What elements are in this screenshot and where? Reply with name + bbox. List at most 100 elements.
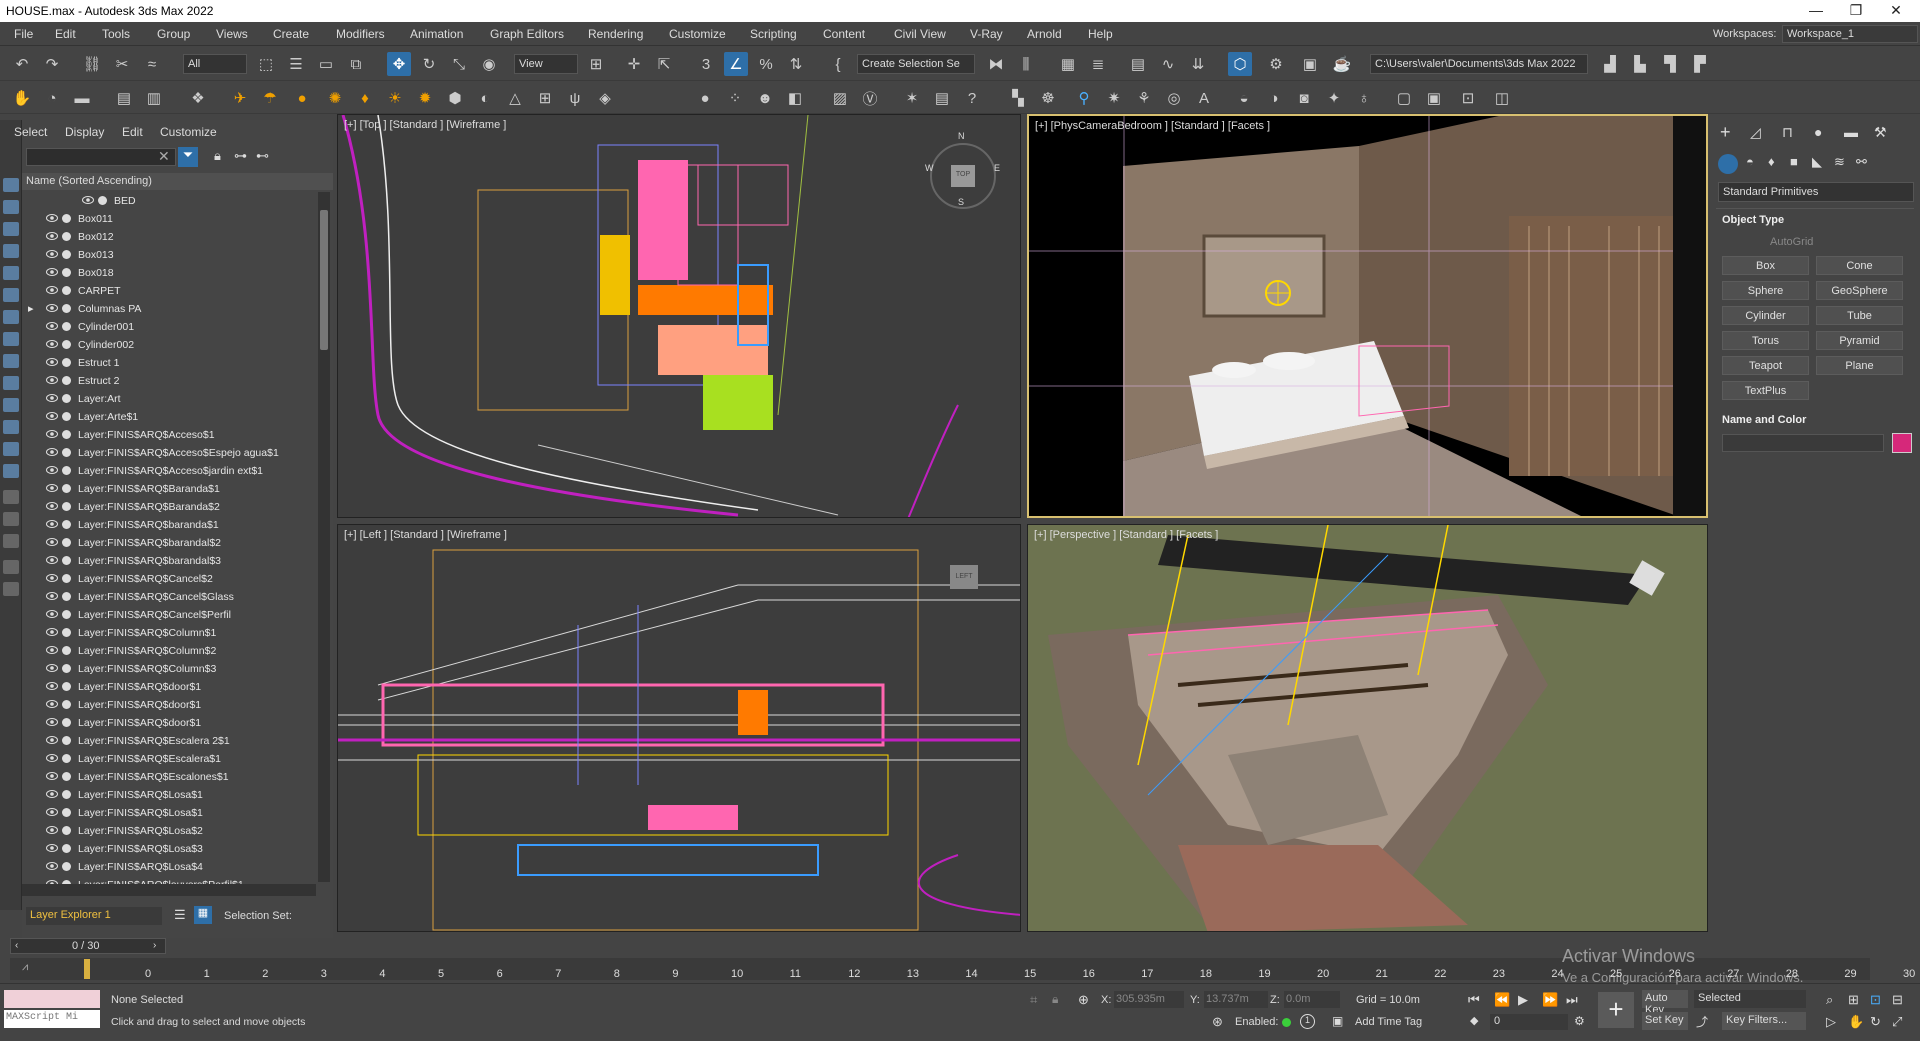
- freeze-dot-icon[interactable]: [62, 610, 71, 619]
- light-icon[interactable]: ✈: [228, 86, 252, 110]
- key-mode-icon[interactable]: ◆: [1470, 1014, 1478, 1027]
- visibility-eye-icon[interactable]: [46, 537, 58, 547]
- pan-view-icon[interactable]: ✋: [1848, 1014, 1864, 1030]
- close-button[interactable]: ✕: [1876, 2, 1916, 19]
- grid-icon[interactable]: ⊞: [533, 86, 557, 110]
- arnold-ipr-icon[interactable]: ☸: [1036, 86, 1060, 110]
- list-item[interactable]: Layer:FINIS$ARQ$baranda$1: [22, 516, 316, 534]
- arnold-light-skydome-icon[interactable]: ⚲: [1072, 86, 1096, 110]
- explorer-hscrollbar[interactable]: [22, 884, 316, 896]
- visibility-eye-icon[interactable]: [46, 555, 58, 565]
- modeling-icon[interactable]: ▤: [112, 86, 136, 110]
- freeze-dot-icon[interactable]: [62, 250, 71, 259]
- time-slider-next-icon[interactable]: ›: [153, 940, 156, 951]
- geometry-category-icon[interactable]: [1718, 154, 1738, 174]
- freeze-dot-icon[interactable]: [98, 196, 107, 205]
- expand-arrow-icon[interactable]: ▸: [28, 302, 34, 315]
- select-object-icon[interactable]: ⬚: [254, 52, 278, 76]
- freeze-dot-icon[interactable]: [62, 844, 71, 853]
- menu-arnold[interactable]: Arnold: [1027, 27, 1062, 41]
- list-item[interactable]: Layer:FINIS$ARQ$Losa$4: [22, 858, 316, 876]
- proxy-icon[interactable]: ◈: [593, 86, 617, 110]
- cylinder-button[interactable]: Cylinder: [1722, 306, 1809, 325]
- spinner-icon[interactable]: ◔: [40, 86, 64, 110]
- visibility-eye-icon[interactable]: [46, 825, 58, 835]
- manipulate-icon[interactable]: ⇱: [652, 52, 676, 76]
- list-item[interactable]: Layer:FINIS$ARQ$Baranda$1: [22, 480, 316, 498]
- keyboard-shortcut-icon[interactable]: ✛: [622, 52, 646, 76]
- visibility-eye-icon[interactable]: [46, 717, 58, 727]
- freeze-dot-icon[interactable]: [62, 538, 71, 547]
- list-item[interactable]: CARPET: [22, 282, 316, 300]
- shapes-category-icon[interactable]: ◓: [1746, 154, 1754, 169]
- viewport-perspective-label[interactable]: [+] [Perspective ] [Standard ] [Facets ]: [1034, 529, 1218, 541]
- visibility-eye-icon[interactable]: [46, 465, 58, 475]
- list-item[interactable]: Layer:FINIS$ARQ$Acceso$1: [22, 426, 316, 444]
- goto-end-icon[interactable]: ⏭: [1566, 992, 1578, 1008]
- display-groups-icon[interactable]: [3, 332, 19, 346]
- box-tool-icon[interactable]: ▬: [70, 86, 94, 110]
- layers-icon[interactable]: ⊷: [256, 148, 269, 164]
- freeze-dot-icon[interactable]: [62, 790, 71, 799]
- list-item[interactable]: Layer:FINIS$ARQ$Losa$1: [22, 804, 316, 822]
- visibility-eye-icon[interactable]: [46, 393, 58, 403]
- orbit-icon[interactable]: ↻: [1870, 1014, 1881, 1030]
- pyramid-button[interactable]: Pyramid: [1816, 331, 1903, 350]
- list-item[interactable]: Layer:FINIS$ARQ$Cancel$Glass: [22, 588, 316, 606]
- list-item[interactable]: Layer:FINIS$ARQ$door$1: [22, 696, 316, 714]
- toggle-ribbon-icon[interactable]: ▤: [1126, 52, 1150, 76]
- atmosphere-icon[interactable]: △: [503, 86, 527, 110]
- rendered-frame-window-icon[interactable]: ▣: [1298, 52, 1322, 76]
- arnold-operator-icon[interactable]: ◑: [1262, 86, 1286, 110]
- field-of-view-icon[interactable]: ▷: [1826, 1014, 1836, 1030]
- freeform-icon[interactable]: ▥: [142, 86, 166, 110]
- visibility-eye-icon[interactable]: [46, 573, 58, 583]
- visibility-eye-icon[interactable]: [46, 231, 58, 241]
- freeze-dot-icon[interactable]: [62, 268, 71, 277]
- textplus-button[interactable]: TextPlus: [1722, 381, 1809, 400]
- menu-vray[interactable]: V-Ray: [970, 27, 1003, 41]
- list-item[interactable]: Layer:FINIS$ARQ$barandal$2: [22, 534, 316, 552]
- utilities-tab-icon[interactable]: ⚒: [1874, 124, 1887, 141]
- texture-icon[interactable]: ▨: [828, 86, 852, 110]
- visibility-eye-icon[interactable]: [46, 429, 58, 439]
- visibility-eye-icon[interactable]: [46, 591, 58, 601]
- list-item[interactable]: Box013: [22, 246, 316, 264]
- list-item[interactable]: Layer:FINIS$ARQ$Acceso$jardin ext$1: [22, 462, 316, 480]
- menu-views[interactable]: Views: [216, 27, 248, 41]
- menu-graph-editors[interactable]: Graph Editors: [490, 27, 564, 41]
- lock-selection-icon[interactable]: 🔒︎: [214, 148, 221, 164]
- visibility-eye-icon[interactable]: [46, 681, 58, 691]
- freeze-dot-icon[interactable]: [62, 448, 71, 457]
- add-key-icon[interactable]: +: [1598, 992, 1634, 1028]
- torus-button[interactable]: Torus: [1722, 331, 1809, 350]
- selection-lock-icon[interactable]: 🔒︎: [1052, 992, 1058, 1007]
- set-key-mode-icon[interactable]: ⤴: [1696, 1013, 1708, 1030]
- freeze-dot-icon[interactable]: [62, 466, 71, 475]
- snaps-toggle-icon[interactable]: 3: [694, 52, 718, 76]
- named-selection-dropdown[interactable]: Create Selection Se: [857, 54, 975, 74]
- column-header-name[interactable]: Name (Sorted Ascending): [22, 173, 333, 190]
- arnold-tree-icon[interactable]: ⚘: [1132, 86, 1156, 110]
- list-item[interactable]: Box018: [22, 264, 316, 282]
- viewport-left-label[interactable]: [+] [Left ] [Standard ] [Wireframe ]: [344, 529, 507, 541]
- menu-group[interactable]: Group: [157, 27, 190, 41]
- visibility-eye-icon[interactable]: [46, 501, 58, 511]
- mirror-icon[interactable]: ⧓: [984, 52, 1008, 76]
- list-item[interactable]: Layer:FINIS$ARQ$Cancel$2: [22, 570, 316, 588]
- visibility-eye-icon[interactable]: [46, 735, 58, 745]
- freeze-dot-icon[interactable]: [62, 232, 71, 241]
- time-slider-cursor[interactable]: [84, 959, 90, 979]
- link-tool-icon[interactable]: [3, 534, 19, 548]
- scene-explorer-icon[interactable]: ▦: [1056, 52, 1080, 76]
- help-icon[interactable]: ?: [960, 86, 984, 110]
- reference-coordinate-dropdown[interactable]: View: [514, 54, 578, 74]
- multi-material-icon[interactable]: ⁘: [723, 86, 747, 110]
- visibility-eye-icon[interactable]: [46, 807, 58, 817]
- project-folder-icon[interactable]: ▜: [1658, 52, 1682, 76]
- select-and-move-icon[interactable]: ✥: [387, 52, 411, 76]
- render-setup-icon[interactable]: ⚙: [1264, 52, 1288, 76]
- scrollbar-thumb[interactable]: [320, 210, 328, 350]
- object-type-rollout-title[interactable]: Object Type: [1722, 214, 1784, 226]
- sky-icon[interactable]: ✹: [413, 86, 437, 110]
